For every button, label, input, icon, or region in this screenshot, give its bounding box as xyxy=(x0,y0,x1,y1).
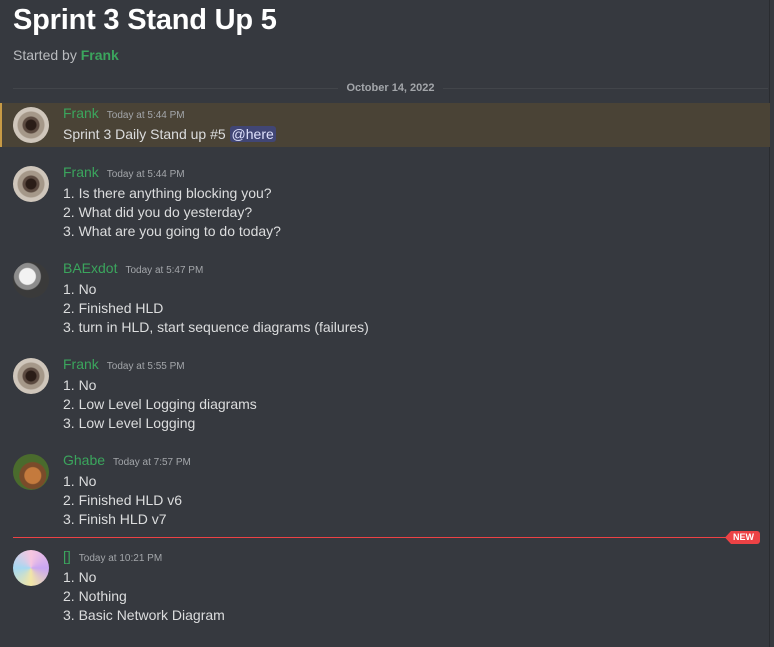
message-line: 3. What are you going to do today? xyxy=(63,223,281,240)
message-content: 1. Is there anything blocking you? 2. Wh… xyxy=(63,184,281,242)
message-timestamp[interactable]: Today at 5:44 PM xyxy=(107,110,185,121)
message-line: 3. turn in HLD, start sequence diagrams … xyxy=(63,319,369,336)
message-timestamp[interactable]: Today at 5:44 PM xyxy=(107,169,185,180)
panel-border xyxy=(769,0,770,647)
user-avatar[interactable] xyxy=(13,358,49,394)
message-line: 3. Finish HLD v7 xyxy=(63,511,167,528)
message-item[interactable]: Ghabe Today at 7:57 PM 1. No 2. Finished… xyxy=(0,450,768,532)
thread-started-by: Started by Frank xyxy=(13,47,119,63)
message-content: 1. No 2. Finished HLD v6 3. Finish HLD v… xyxy=(63,472,182,530)
message-text: Sprint 3 Daily Stand up #5 xyxy=(63,126,230,142)
message-content: Sprint 3 Daily Stand up #5 @here xyxy=(63,125,276,144)
message-header: Frank Today at 5:44 PM xyxy=(63,105,185,121)
message-line: 2. Finished HLD xyxy=(63,300,164,317)
message-timestamp[interactable]: Today at 7:57 PM xyxy=(113,457,191,468)
message-header: Frank Today at 5:55 PM xyxy=(63,356,185,372)
message-line: 1. Is there anything blocking you? xyxy=(63,185,272,201)
here-mention[interactable]: @here xyxy=(229,126,276,142)
message-username[interactable]: Frank xyxy=(63,356,99,372)
message-line: 2. What did you do yesterday? xyxy=(63,204,253,221)
message-username[interactable]: Frank xyxy=(63,105,99,121)
message-item[interactable]: Frank Today at 5:44 PM 1. Is there anyth… xyxy=(0,162,768,244)
message-header: Ghabe Today at 7:57 PM xyxy=(63,452,191,468)
message-line: 2. Nothing xyxy=(63,588,127,605)
message-item[interactable]: BAExdot Today at 5:47 PM 1. No 2. Finish… xyxy=(0,258,768,340)
message-line: 1. No xyxy=(63,377,97,393)
message-line: 3. Basic Network Diagram xyxy=(63,607,225,624)
user-avatar[interactable] xyxy=(13,107,49,143)
message-item[interactable]: Frank Today at 5:44 PM Sprint 3 Daily St… xyxy=(0,103,770,147)
message-header: Frank Today at 5:44 PM xyxy=(63,164,185,180)
message-line: 1. No xyxy=(63,569,97,585)
started-by-prefix: Started by xyxy=(13,47,81,63)
message-content: 1. No 2. Nothing 3. Basic Network Diagra… xyxy=(63,568,225,626)
message-username[interactable]: Frank xyxy=(63,164,99,180)
message-username[interactable]: Ghabe xyxy=(63,452,105,468)
message-content: 1. No 2. Finished HLD 3. turn in HLD, st… xyxy=(63,280,369,338)
message-line: 2. Finished HLD v6 xyxy=(63,492,183,509)
new-messages-divider xyxy=(13,537,755,538)
date-divider-label: October 14, 2022 xyxy=(346,82,435,94)
message-line: 1. No xyxy=(63,281,97,297)
user-avatar[interactable] xyxy=(13,166,49,202)
message-line: 1. No xyxy=(63,473,97,489)
message-username[interactable]: BAExdot xyxy=(63,260,117,276)
user-avatar[interactable] xyxy=(13,262,49,298)
message-line: Sprint 3 Daily Stand up #5 @here xyxy=(63,125,276,144)
message-timestamp[interactable]: Today at 5:47 PM xyxy=(125,265,203,276)
user-avatar[interactable] xyxy=(13,550,49,586)
divider-line-right xyxy=(442,87,768,89)
message-item[interactable]: Frank Today at 5:55 PM 1. No 2. Low Leve… xyxy=(0,354,768,436)
thread-title: Sprint 3 Stand Up 5 xyxy=(13,4,277,36)
thread-view: Sprint 3 Stand Up 5 Started by Frank Oct… xyxy=(0,0,774,647)
divider-line-left xyxy=(13,87,339,89)
message-content: 1. No 2. Low Level Logging diagrams 3. L… xyxy=(63,376,257,434)
message-header: [] Today at 10:21 PM xyxy=(63,548,162,564)
date-divider: October 14, 2022 xyxy=(13,81,768,95)
new-messages-badge: NEW xyxy=(725,531,760,544)
message-line: 2. Low Level Logging diagrams xyxy=(63,396,257,413)
started-by-user[interactable]: Frank xyxy=(81,47,119,63)
message-line: 3. Low Level Logging xyxy=(63,415,196,432)
message-header: BAExdot Today at 5:47 PM xyxy=(63,260,203,276)
message-item[interactable]: [] Today at 10:21 PM 1. No 2. Nothing 3.… xyxy=(0,546,768,628)
message-timestamp[interactable]: Today at 10:21 PM xyxy=(79,553,162,564)
message-username[interactable]: [] xyxy=(63,548,71,564)
user-avatar[interactable] xyxy=(13,454,49,490)
message-timestamp[interactable]: Today at 5:55 PM xyxy=(107,361,185,372)
